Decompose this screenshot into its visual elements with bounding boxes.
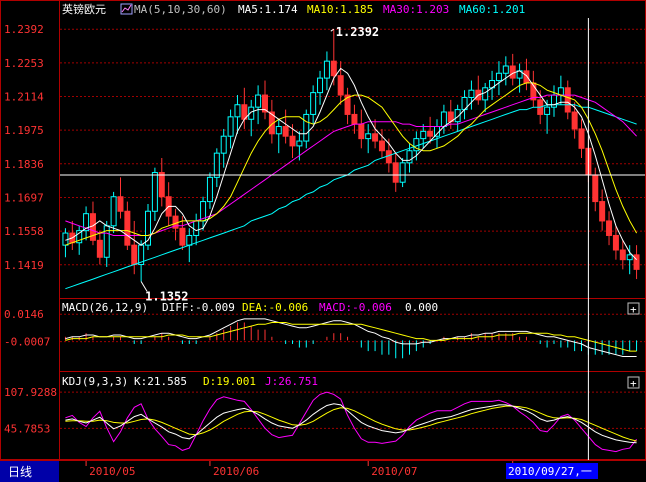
candle-body	[96, 239, 103, 258]
candle-body	[619, 249, 626, 261]
candle-body	[372, 133, 379, 142]
macd-dea-value: DEA:-0.006	[242, 301, 308, 314]
candle-body	[468, 89, 475, 98]
ma-indicator-name: MA(5,10,30,60)	[134, 3, 227, 16]
month-label: 2010/07	[371, 465, 417, 478]
macd-expand-button[interactable]: +	[627, 302, 640, 316]
candle-body	[124, 210, 131, 246]
kdj-indicator-name: KDJ(9,3,3)	[62, 375, 128, 388]
main-y-tick-label: 1.1836	[4, 158, 44, 171]
candle-body	[151, 172, 158, 212]
candle-body	[289, 135, 296, 147]
candle-body	[206, 176, 213, 203]
candle-body	[282, 126, 289, 137]
candle-body	[420, 130, 427, 140]
candle-body	[406, 150, 413, 164]
candle-body	[599, 201, 606, 222]
candle-body	[179, 227, 186, 246]
candle-body	[213, 152, 220, 178]
macd-y-tick-label: -0.0007	[4, 336, 50, 349]
candle-body	[502, 65, 509, 74]
candle-body	[571, 111, 578, 130]
chart-window[interactable]: 1.2392 1.2253 1.2114 1.1975 1.1836 1.1697 1.15…	[0, 0, 646, 482]
candle-body	[275, 126, 282, 135]
symbol-name: 英镑欧元	[62, 2, 106, 16]
high-label: 1.2392	[336, 25, 379, 39]
main-y-tick-label: 1.1975	[4, 124, 44, 137]
candle-body	[351, 113, 358, 125]
kdj-y-tick-label: 45.7853	[4, 422, 50, 435]
main-y-tick-label: 1.2392	[4, 23, 44, 36]
candle-body	[385, 150, 392, 164]
main-y-tick-label: 1.1697	[4, 191, 44, 204]
candle-body	[578, 128, 585, 149]
month-label: 2010/06	[213, 465, 259, 478]
candle-body	[310, 92, 317, 115]
candle-body	[323, 60, 330, 79]
ma60-value: MA60:1.201	[459, 3, 525, 16]
candle-body	[220, 135, 227, 154]
main-y-tick-label: 1.2114	[4, 91, 44, 104]
candle-body	[255, 94, 262, 108]
kdj-d-value: D:19.001	[203, 375, 256, 388]
candle-body	[392, 162, 399, 183]
kdj-expand-button[interactable]: +	[627, 376, 640, 390]
candle-body	[303, 113, 310, 142]
candle-body	[495, 72, 502, 82]
macd-extra-value: 0.000	[405, 301, 438, 314]
candle-body	[550, 94, 557, 108]
macd-diff-value: DIFF:-0.009	[162, 301, 235, 314]
macd-macd-value: MACD:-0.006	[319, 301, 392, 314]
ma10-value: MA10:1.185	[307, 3, 373, 16]
month-label: 2010/05	[89, 465, 135, 478]
candle-body	[117, 196, 124, 212]
main-y-tick-label: 1.1419	[4, 259, 44, 272]
candle-body	[378, 140, 385, 152]
candle-body	[296, 140, 303, 147]
kdj-expand-icon: +	[630, 377, 637, 390]
main-y-tick-label: 1.2253	[4, 57, 44, 70]
cursor-date: 2010/09/27,一	[508, 465, 592, 478]
candle-body	[317, 77, 324, 94]
macd-indicator-name: MACD(26,12,9)	[62, 301, 148, 314]
period-tab-label: 日线	[8, 465, 32, 479]
candle-body	[330, 60, 337, 77]
candle-body	[110, 196, 117, 227]
macd-expand-icon: +	[630, 303, 637, 316]
candle-body	[509, 65, 516, 79]
kdj-k-value: K:21.585	[134, 375, 187, 388]
candle-body	[612, 234, 619, 251]
candle-body	[337, 75, 344, 96]
candle-body	[193, 220, 200, 236]
kdj-j-value: J:26.751	[265, 375, 318, 388]
bottom-time-bar: 日线 2010/052010/062010/072010/08 2010/09/…	[0, 460, 646, 482]
candle-body	[440, 111, 447, 128]
candle-body	[358, 123, 365, 140]
candle-body	[564, 87, 571, 113]
macd-y-tick-label: 0.0146	[4, 308, 44, 321]
candle-body	[626, 254, 633, 261]
candle-body	[633, 254, 640, 270]
candle-body	[234, 104, 241, 118]
candle-body	[62, 232, 69, 246]
ma5-value: MA5:1.174	[238, 3, 298, 16]
candle-body	[365, 133, 372, 140]
candle-body	[399, 162, 406, 183]
main-y-tick-label: 1.1558	[4, 225, 44, 238]
candle-body	[544, 106, 551, 115]
candle-body	[158, 172, 165, 198]
candle-body	[482, 87, 489, 101]
ma30-value: MA30:1.203	[383, 3, 449, 16]
candle-body	[227, 116, 234, 137]
candle-body	[523, 70, 530, 84]
kdj-y-tick-label: 107.9288	[4, 386, 57, 399]
macd-panel-header: MACD(26,12,9) DIFF:-0.009 DEA:-0.006 MAC…	[62, 301, 438, 314]
candle-body	[131, 244, 138, 266]
candle-body	[606, 220, 613, 236]
candle-body	[592, 174, 599, 203]
candle-body	[427, 130, 434, 137]
candle-body	[186, 234, 193, 246]
